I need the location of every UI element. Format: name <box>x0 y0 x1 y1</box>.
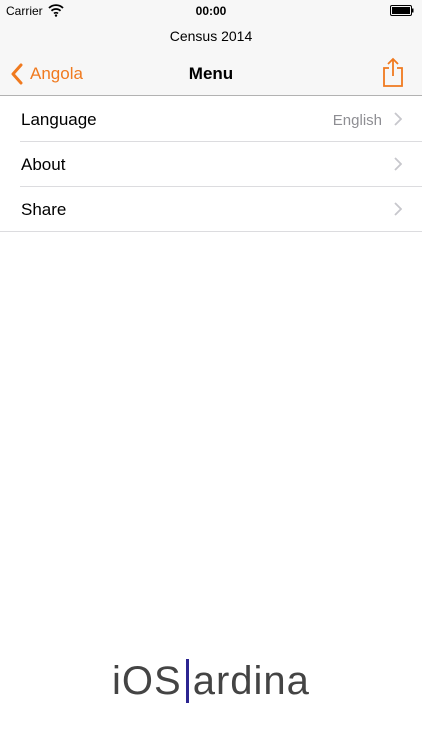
battery-icon <box>390 5 414 16</box>
app-subtitle: Census 2014 <box>169 28 253 44</box>
status-bar: Carrier 00:00 <box>0 0 422 22</box>
navigation-bar: Angola Menu <box>0 52 422 96</box>
logo-text-left: iOS <box>112 658 182 703</box>
menu-item-language[interactable]: Language English <box>0 97 422 142</box>
menu-item-about[interactable]: About <box>0 142 422 187</box>
language-value: English <box>332 112 382 129</box>
status-time: 00:00 <box>195 4 227 18</box>
menu-item-label: Language <box>21 110 97 129</box>
share-icon[interactable] <box>381 57 405 87</box>
brand-logo: iOS ardina <box>0 655 422 707</box>
logo-divider <box>185 659 189 703</box>
menu-item-label: Share <box>21 200 67 219</box>
logo-text-right: ardina <box>192 658 310 703</box>
header: Carrier 00:00 Census 2014 Angola Menu <box>0 0 422 96</box>
chevron-right-icon <box>394 157 402 171</box>
menu-item-label: About <box>21 155 66 174</box>
menu-list: Language English About Share <box>0 97 422 232</box>
menu-item-share[interactable]: Share <box>0 187 422 232</box>
chevron-right-icon <box>394 202 402 216</box>
page-title: Menu <box>188 64 234 83</box>
chevron-right-icon <box>394 112 402 126</box>
